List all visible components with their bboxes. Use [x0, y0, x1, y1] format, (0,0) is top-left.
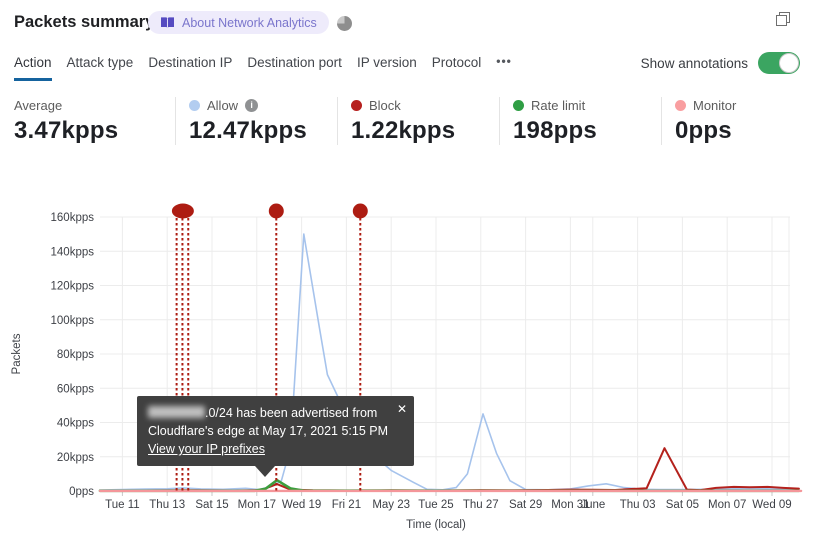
y-tick-label: 20kpps	[57, 452, 94, 464]
x-tick-label: Thu 13	[149, 499, 185, 511]
x-tick-label: Sat 05	[666, 499, 699, 511]
info-icon[interactable]: i	[245, 98, 259, 112]
stat-monitor: Monitor 0pps	[661, 97, 801, 145]
copy-layout-icon[interactable]	[776, 12, 790, 26]
tab-ip-version[interactable]: IP version	[357, 55, 417, 81]
y-tick-label: 140kpps	[51, 246, 95, 258]
show-annotations-control: Show annotations	[641, 52, 800, 74]
view-ip-prefixes-link[interactable]: View your IP prefixes	[148, 442, 265, 456]
stat-block: Block 1.22kpps	[337, 97, 499, 145]
block-legend-dot	[351, 99, 362, 111]
stat-label: Allow	[207, 97, 239, 113]
x-tick-label: Sat 29	[509, 499, 542, 511]
network-analytics-panel: Packets summary About Network Analytics …	[0, 0, 816, 545]
close-icon[interactable]: ✕	[397, 400, 407, 418]
dimension-tabs: Action Attack type Destination IP Destin…	[14, 54, 512, 81]
tooltip-line2: Cloudflare's edge at May 17, 2021 5:15 P…	[148, 424, 389, 438]
tab-destination-port[interactable]: Destination port	[247, 55, 342, 81]
y-tick-label: 100kpps	[51, 315, 95, 327]
y-tick-label: 120kpps	[51, 281, 95, 293]
rate-limit-legend-dot	[513, 99, 524, 111]
annotation-marker[interactable]	[268, 203, 284, 219]
tab-action[interactable]: Action	[14, 55, 52, 81]
toggle-knob	[779, 53, 799, 73]
redacted-ip-prefix	[148, 406, 205, 418]
annotation-tooltip: ✕ .0/24 has been advertised from Cloudfl…	[137, 396, 414, 477]
badge-label: About Network Analytics	[182, 15, 317, 30]
x-tick-label: Mon 17	[238, 499, 276, 511]
x-tick-label: Fri 21	[332, 499, 361, 511]
tab-attack-type[interactable]: Attack type	[67, 55, 134, 81]
show-annotations-label: Show annotations	[640, 55, 748, 71]
copy-icon-front-square	[776, 15, 787, 26]
y-axis-title: Packets	[11, 333, 23, 374]
stat-label: Monitor	[693, 97, 737, 113]
tooltip-line1: .0/24 has been advertised from	[148, 404, 400, 422]
x-tick-label: Wed 09	[752, 499, 791, 511]
pie-progress-icon	[337, 16, 352, 31]
y-tick-label: 80kpps	[57, 349, 94, 361]
stat-allow: Allow i 12.47kpps	[175, 97, 337, 145]
annotation-marker[interactable]	[352, 203, 368, 219]
y-tick-label: 160kpps	[51, 212, 95, 224]
tab-destination-ip[interactable]: Destination IP	[148, 55, 232, 81]
x-tick-label: May 23	[372, 499, 410, 511]
book-icon	[160, 16, 175, 29]
tooltip-caret	[255, 466, 275, 477]
stat-rate-limit: Rate limit 198pps	[499, 97, 661, 145]
stat-label: Average	[14, 97, 63, 113]
stat-label: Block	[369, 97, 401, 113]
page-title: Packets summary	[14, 13, 155, 31]
more-tabs-button[interactable]: •••	[496, 54, 512, 81]
annotations-toggle[interactable]	[758, 52, 800, 74]
x-tick-label: Wed 19	[282, 499, 321, 511]
y-tick-label: 40kpps	[57, 418, 94, 430]
monitor-legend-dot	[675, 99, 686, 111]
stat-value: 0pps	[675, 117, 732, 144]
y-tick-label: 60kpps	[57, 383, 94, 395]
stat-value: 3.47kpps	[14, 117, 119, 144]
x-tick-label: Mon 07	[708, 499, 746, 511]
tab-protocol[interactable]: Protocol	[432, 55, 482, 81]
x-axis-title: Time (local)	[406, 519, 466, 531]
stat-average: Average 3.47kpps	[14, 97, 175, 145]
y-tick-label: 0pps	[69, 486, 94, 498]
x-tick-label: Thu 03	[620, 499, 656, 511]
x-tick-label: Tue 25	[418, 499, 453, 511]
allow-legend-dot	[189, 99, 200, 111]
stat-value: 1.22kpps	[351, 117, 456, 144]
about-network-analytics-badge[interactable]: About Network Analytics	[148, 11, 329, 34]
x-tick-label: June	[580, 499, 605, 511]
packets-time-series-chart[interactable]: 0pps 20kpps 40kpps 60kpps 80kpps 100kpps 120kp…	[0, 190, 816, 545]
x-tick-label: Sat 15	[195, 499, 228, 511]
x-tick-label: Tue 11	[105, 499, 140, 511]
stat-value: 198pps	[513, 117, 597, 144]
x-tick-label: Thu 27	[463, 499, 499, 511]
stat-value: 12.47kpps	[189, 117, 307, 144]
annotation-marker-cluster[interactable]	[171, 203, 194, 219]
summary-stats: Average 3.47kpps Allow i 12.47kpps Block…	[14, 97, 801, 145]
stat-label: Rate limit	[531, 97, 586, 113]
